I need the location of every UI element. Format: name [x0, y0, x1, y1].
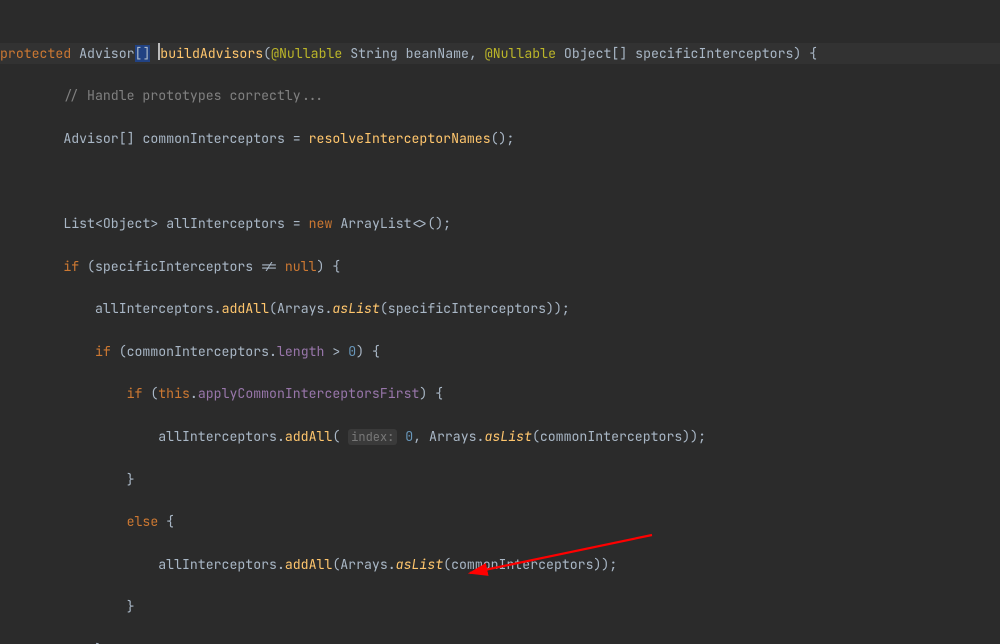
annotation: @Nullable	[485, 45, 556, 62]
code-line: }	[0, 596, 1000, 617]
code-line: }	[0, 639, 1000, 644]
code-line	[0, 170, 1000, 191]
code-editor[interactable]: protected Advisor[] buildAdvisors(@Nulla…	[0, 0, 1000, 644]
code-line: if (specificInterceptors != null) {	[0, 256, 1000, 277]
code-line: if (this.applyCommonInterceptorsFirst) {	[0, 383, 1000, 404]
code-line: Advisor[] commonInterceptors = resolveIn…	[0, 128, 1000, 149]
type: String	[350, 45, 397, 62]
param: beanName	[406, 45, 469, 62]
code-line: // Handle prototypes correctly...	[0, 85, 1000, 106]
code-line: protected Advisor[] buildAdvisors(@Nulla…	[0, 43, 1000, 64]
code-line: allInterceptors.addAll(Arrays.asList(com…	[0, 554, 1000, 575]
code-line: }	[0, 469, 1000, 490]
method-name: buildAdvisors	[160, 45, 263, 62]
code-line: allInterceptors.addAll(Arrays.asList(spe…	[0, 298, 1000, 319]
type: Advisor	[79, 45, 134, 62]
param-hint: index:	[348, 429, 397, 445]
keyword: protected	[0, 45, 71, 62]
code-line: if (commonInterceptors.length > 0) {	[0, 341, 1000, 362]
param: specificInterceptors	[635, 45, 793, 62]
code-line: allInterceptors.addAll( index: 0, Arrays…	[0, 426, 1000, 447]
comment: // Handle prototypes correctly...	[63, 87, 324, 104]
bracket-highlight: ]	[142, 45, 150, 62]
type: Object	[564, 45, 611, 62]
code-line: else {	[0, 511, 1000, 532]
annotation: @Nullable	[271, 45, 342, 62]
brackets: []	[611, 45, 627, 62]
code-line: List<Object> allInterceptors = new Array…	[0, 213, 1000, 234]
